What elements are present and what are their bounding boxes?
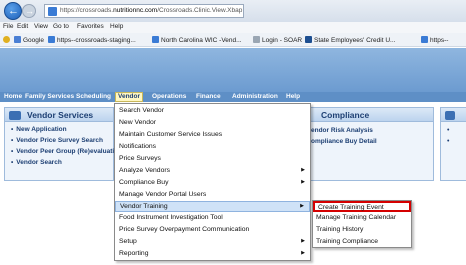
menu-item-search-vendor[interactable]: Search Vendor (115, 106, 310, 117)
menu-item-create-training-event[interactable]: Create Training Event (313, 201, 411, 212)
submenu-arrow-icon: ▶ (301, 167, 305, 173)
link-new-application[interactable]: New Application (11, 126, 122, 133)
credit-union-icon (305, 36, 312, 43)
menu-item-manage-vendor-portal-users[interactable]: Manage Vendor Portal Users (115, 190, 310, 201)
menu-item-notifications[interactable]: Notifications (115, 142, 310, 153)
menu-goto[interactable]: Go to (53, 23, 69, 30)
nav-administration[interactable]: Administration (232, 93, 278, 100)
right-panel-header (441, 108, 466, 122)
address-bar[interactable]: https://crossroads.nutritionnc.com/Cross… (44, 4, 244, 18)
menu-help[interactable]: Help (110, 23, 123, 30)
favorite-google[interactable]: Google (14, 36, 44, 44)
forward-button[interactable]: → (22, 4, 36, 18)
link-vendor-search[interactable]: Vendor Search (11, 159, 122, 166)
bullet-icon: • (447, 127, 450, 134)
forward-arrow-icon: → (25, 6, 34, 16)
browser-menu-bar: File Edit View Go to Favorites Help (0, 22, 466, 33)
panel-icon (445, 111, 455, 120)
favorites-star-icon[interactable] (3, 36, 12, 44)
link-vendor-risk-analysis[interactable]: endor Risk Analysis (311, 127, 373, 134)
compliance-header: Compliance (307, 108, 433, 122)
nav-family-services[interactable]: Family Services (25, 93, 74, 100)
compliance-title: Compliance (321, 110, 370, 120)
link-vendor-peer-group-reevaluation[interactable]: Vendor Peer Group (Re)evaluation (11, 148, 122, 155)
submenu-arrow-icon: ▶ (301, 238, 305, 244)
vendor-services-header: Vendor Services (5, 108, 113, 122)
app-header-band (0, 48, 466, 92)
vendor-services-icon (9, 111, 21, 120)
menu-view[interactable]: View (34, 23, 48, 30)
back-button[interactable]: ← (4, 2, 22, 20)
menu-item-price-surveys[interactable]: Price Surveys (115, 154, 310, 165)
back-arrow-icon: ← (8, 5, 19, 17)
nav-finance[interactable]: Finance (196, 93, 221, 100)
menu-item-analyze-vendors[interactable]: Analyze Vendors ▶ (115, 166, 310, 177)
favorite-state-employees-credit-union[interactable]: State Employees' Credit U... (305, 36, 395, 44)
url-text: https://crossroads.nutritionnc.com/Cross… (60, 7, 243, 14)
nav-vendor[interactable]: Vendor (115, 92, 144, 102)
menu-item-new-vendor[interactable]: New Vendor (115, 118, 310, 129)
bullet-icon: • (447, 138, 450, 145)
menu-favorites[interactable]: Favorites (77, 23, 104, 30)
compliance-panel: Compliance endor Risk Analysis ompliance… (306, 107, 434, 181)
menu-item-price-survey-overpayment-communication[interactable]: Price Survey Overpayment Communication (115, 225, 310, 236)
favorite-nc-wic[interactable]: North Carolina WIC -Vend... (152, 36, 242, 44)
menu-item-setup[interactable]: Setup ▶ (115, 237, 310, 248)
link-compliance-buy-detail[interactable]: ompliance Buy Detail (311, 138, 377, 145)
page-icon (48, 7, 57, 16)
favorite-login-soar[interactable]: Login - SOAR (253, 36, 302, 44)
menu-item-reporting[interactable]: Reporting ▶ (115, 249, 310, 260)
right-panel-partial: • • (440, 107, 466, 181)
google-icon (14, 36, 21, 43)
nav-help[interactable]: Help (286, 93, 300, 100)
submenu-arrow-icon: ▶ (301, 179, 305, 185)
submenu-arrow-icon: ▶ (301, 250, 305, 256)
ie-page-icon (152, 36, 159, 43)
menu-item-food-instrument-investigation-tool[interactable]: Food Instrument Investigation Tool (115, 213, 310, 224)
link-vendor-price-survey-search[interactable]: Vendor Price Survey Search (11, 137, 122, 144)
nav-scheduling[interactable]: Scheduling (76, 93, 111, 100)
browser-navigation-bar: ← → https://crossroads.nutritionnc.com/C… (0, 0, 466, 22)
vendor-services-title: Vendor Services (27, 110, 94, 120)
favorites-bar: Google https--crossroads-staging... Nort… (0, 33, 466, 47)
menu-item-vendor-training[interactable]: Vendor Training ▶ (115, 201, 310, 212)
menu-file[interactable]: File (3, 23, 13, 30)
nav-operations[interactable]: Operations (152, 93, 186, 100)
page-icon (253, 36, 260, 43)
vendor-training-submenu: Create Training Event Manage Training Ca… (312, 200, 412, 248)
menu-item-training-history[interactable]: Training History (313, 225, 411, 236)
vendor-dropdown-menu: Search Vendor New Vendor Maintain Custom… (114, 103, 311, 261)
menu-edit[interactable]: Edit (17, 23, 28, 30)
menu-item-training-compliance[interactable]: Training Compliance (313, 237, 411, 248)
menu-item-compliance-buy[interactable]: Compliance Buy ▶ (115, 178, 310, 189)
nav-home[interactable]: Home (4, 93, 22, 100)
ie-page-icon (48, 36, 55, 43)
vendor-services-panel: Vendor Services New Application Vendor P… (4, 107, 122, 181)
favorite-crossroads-staging[interactable]: https--crossroads-staging... (48, 36, 136, 44)
menu-item-maintain-customer-service-issues[interactable]: Maintain Customer Service Issues (115, 130, 310, 141)
ie-page-icon (421, 36, 428, 43)
favorite-https[interactable]: https-- (421, 36, 448, 44)
app-navigation: Home Family Services Scheduling Vendor O… (0, 92, 466, 102)
submenu-arrow-icon: ▶ (300, 203, 304, 209)
menu-item-manage-training-calendar[interactable]: Manage Training Calendar (313, 213, 411, 224)
